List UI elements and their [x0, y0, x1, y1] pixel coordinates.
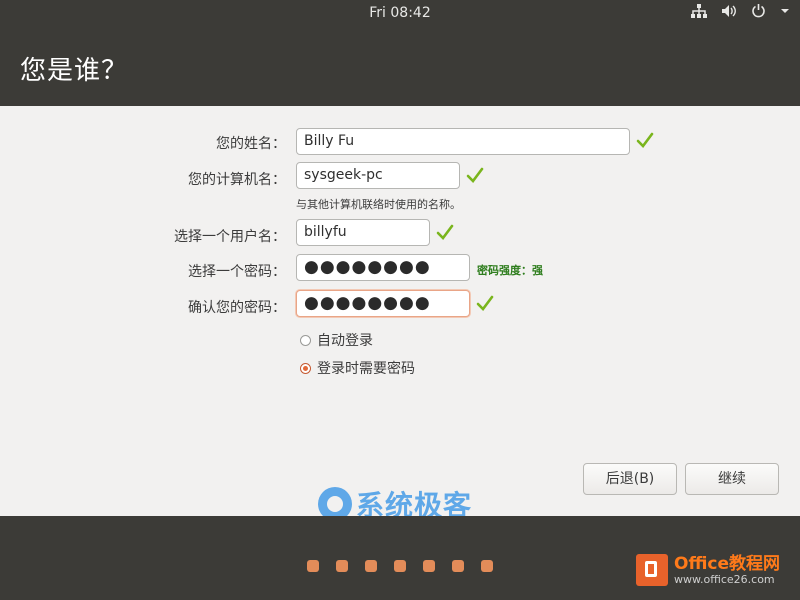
office-logo-icon [636, 554, 668, 586]
progress-dot [336, 560, 348, 572]
progress-dot [423, 560, 435, 572]
top-bar: Fri 08:42 [0, 0, 800, 28]
network-icon[interactable] [691, 3, 707, 18]
password-strength: 密码强度：强 [477, 264, 543, 277]
auto-login-radio[interactable] [300, 334, 311, 346]
page-header: 您是谁？ [0, 28, 800, 106]
confirm-password-label: 确认您的密码： [188, 300, 286, 316]
badge-title: Office教程网 [674, 553, 781, 574]
computer-name-hint: 与其他计算机联络时使用的名称。 [296, 198, 461, 211]
require-password-label: 登录时需要密码 [317, 361, 415, 377]
confirm-password-field[interactable]: ●●●●●●●● [296, 290, 470, 317]
badge-url: www.office26.com [674, 572, 775, 586]
progress-dot [365, 560, 377, 572]
system-tray [691, 3, 790, 18]
computer-name-field[interactable]: sysgeek-pc [296, 162, 460, 189]
computer-name-label: 您的计算机名： [188, 172, 286, 188]
page-title: 您是谁？ [20, 56, 129, 86]
name-label: 您的姓名： [216, 136, 286, 152]
username-field[interactable]: billyfu [296, 219, 430, 246]
username-label: 选择一个用户名： [174, 229, 286, 245]
clock[interactable]: Fri 08:42 [0, 5, 800, 21]
password-field[interactable]: ●●●●●●●● [296, 254, 470, 281]
auto-login-option[interactable]: 自动登录 [300, 330, 373, 350]
check-icon [636, 132, 654, 148]
back-button[interactable]: 后退(B) [583, 463, 677, 495]
progress-dot [394, 560, 406, 572]
password-label: 选择一个密码： [188, 264, 286, 280]
progress-dot [481, 560, 493, 572]
volume-icon[interactable] [721, 4, 737, 18]
check-icon [466, 167, 484, 183]
continue-button[interactable]: 继续 [685, 463, 779, 495]
name-field[interactable]: Billy Fu [296, 128, 630, 155]
auto-login-label: 自动登录 [317, 333, 373, 349]
require-password-option[interactable]: 登录时需要密码 [300, 358, 415, 378]
progress-dot [452, 560, 464, 572]
progress-indicator [307, 560, 493, 572]
progress-dot [307, 560, 319, 572]
require-password-radio[interactable] [300, 362, 311, 374]
check-icon [436, 224, 454, 240]
site-badge: Office教程网 www.office26.com [636, 548, 796, 592]
check-icon [476, 295, 494, 311]
chevron-down-icon[interactable] [780, 7, 790, 15]
power-icon[interactable] [751, 3, 766, 18]
